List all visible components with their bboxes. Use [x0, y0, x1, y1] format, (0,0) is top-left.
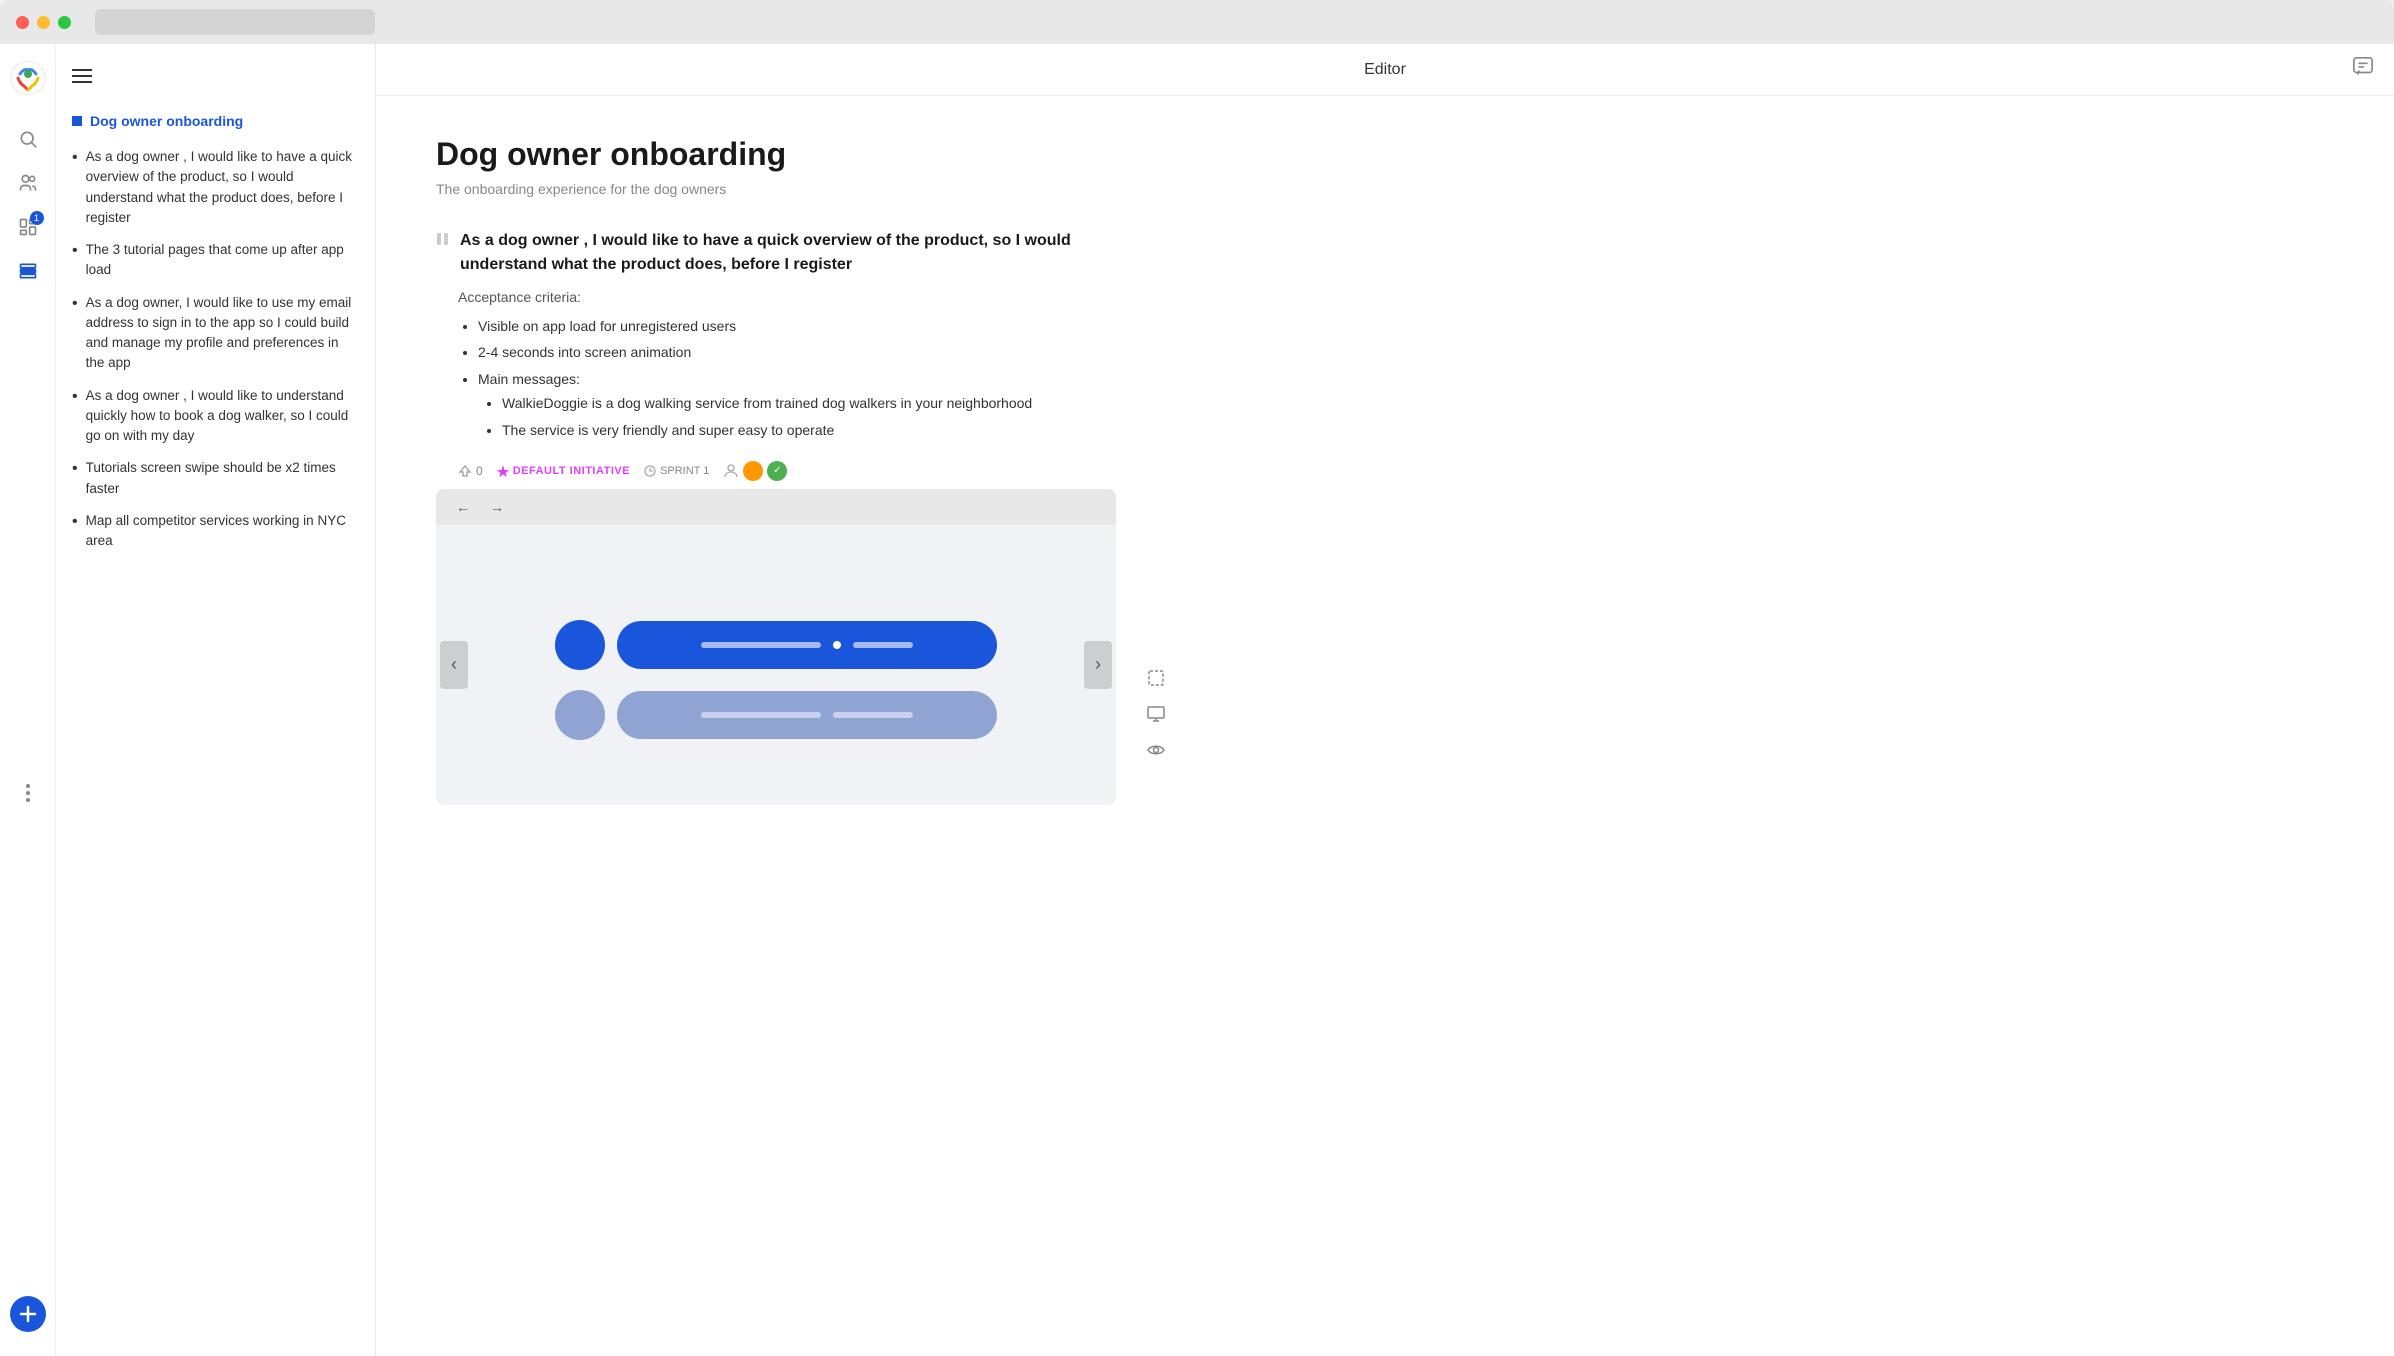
- users-nav-icon[interactable]: [10, 165, 46, 201]
- prototype-section: ← → ‹: [436, 489, 1116, 805]
- criteria-item: 2-4 seconds into screen animation: [478, 339, 1116, 365]
- story-list-item[interactable]: As a dog owner , I would like to have a …: [72, 141, 359, 234]
- proto-circle-blue: [555, 620, 605, 670]
- window-chrome: [0, 0, 2394, 44]
- criteria-list: Visible on app load for unregistered use…: [436, 313, 1116, 445]
- avatar-group: ✓: [723, 461, 787, 481]
- address-bar: [95, 9, 375, 35]
- section-title: Dog owner onboarding: [56, 109, 375, 141]
- prototype-frame: ← → ‹: [436, 489, 1116, 805]
- prototype-toolbar: ← →: [436, 489, 1116, 525]
- proto-pill-lightblue: [617, 691, 997, 739]
- proto-pill-blue: [617, 621, 997, 669]
- proto-content: ‹: [436, 525, 1116, 805]
- tab-2[interactable]: [193, 11, 273, 33]
- story-list-item[interactable]: As a dog owner, I would like to use my e…: [72, 287, 359, 380]
- close-button[interactable]: [16, 16, 29, 29]
- story-list-item[interactable]: As a dog owner , I would like to underst…: [72, 380, 359, 453]
- proto-arrow-left[interactable]: ‹: [440, 641, 468, 689]
- logo[interactable]: [10, 60, 46, 101]
- right-tools: [1136, 656, 1176, 1316]
- hamburger-button[interactable]: [56, 60, 375, 97]
- proto-row-1: [555, 620, 997, 670]
- vote-count[interactable]: 0: [458, 464, 483, 478]
- story-detail-header: As a dog owner , I would like to have a …: [436, 229, 1116, 277]
- board-badge: 1: [30, 211, 44, 225]
- add-button[interactable]: [10, 1296, 46, 1332]
- main-content: Editor Dog owner onboarding The onboardi…: [376, 44, 2394, 1356]
- drag-handle-icon: [436, 232, 450, 249]
- story-subtitle: The onboarding experience for the dog ow…: [436, 181, 1116, 197]
- search-nav-icon[interactable]: [10, 121, 46, 157]
- sub-criteria-item: The service is very friendly and super e…: [502, 417, 1116, 443]
- proto-arrow-right[interactable]: ›: [1084, 641, 1112, 689]
- proto-forward-btn[interactable]: →: [482, 495, 512, 519]
- editor-body: Dog owner onboarding The onboarding expe…: [376, 96, 2394, 1356]
- app-container: 1: [0, 44, 2394, 1356]
- story-detail-item: As a dog owner , I would like to have a …: [436, 229, 1116, 805]
- story-list-item[interactable]: Tutorials screen swipe should be x2 time…: [72, 452, 359, 505]
- proto-row-2: [555, 690, 997, 740]
- story-detail-text: As a dog owner , I would like to have a …: [460, 229, 1116, 277]
- meta-row: 0 DEFAULT INITIATIVE: [436, 461, 1116, 481]
- story-list-item[interactable]: Map all competitor services working in N…: [72, 505, 359, 558]
- eye-tool-icon[interactable]: [1142, 736, 1170, 764]
- story-content: Dog owner onboarding The onboarding expe…: [436, 136, 1116, 1316]
- avatar-orange: [743, 461, 763, 481]
- icon-sidebar: 1: [0, 44, 56, 1356]
- avatar-check: ✓: [767, 461, 787, 481]
- acceptance-label: Acceptance criteria:: [436, 289, 1116, 305]
- sub-criteria-list: WalkieDoggie is a dog walking service fr…: [478, 390, 1116, 443]
- sub-criteria-item: WalkieDoggie is a dog walking service fr…: [502, 390, 1116, 416]
- sprint-badge[interactable]: SPRINT 1: [644, 465, 709, 477]
- section-square-icon: [72, 116, 82, 126]
- tab-3[interactable]: [281, 11, 361, 33]
- story-list-item[interactable]: The 3 tutorial pages that come up after …: [72, 234, 359, 287]
- board-nav-icon[interactable]: 1: [10, 209, 46, 245]
- story-list: As a dog owner , I would like to have a …: [56, 141, 375, 557]
- story-heading: Dog owner onboarding: [436, 136, 1116, 173]
- list-nav-icon[interactable]: [10, 253, 46, 289]
- criteria-item: Visible on app load for unregistered use…: [478, 313, 1116, 339]
- minimize-button[interactable]: [37, 16, 50, 29]
- editor-title: Editor: [1364, 61, 1406, 79]
- screen-tool-icon[interactable]: [1142, 700, 1170, 728]
- tab-1[interactable]: [105, 11, 185, 33]
- proto-back-btn[interactable]: ←: [448, 495, 478, 519]
- frame-tool-icon[interactable]: [1142, 664, 1170, 692]
- chat-icon[interactable]: [2352, 56, 2374, 84]
- initiative-badge[interactable]: DEFAULT INITIATIVE: [497, 465, 630, 477]
- editor-header: Editor: [376, 44, 2394, 96]
- proto-circle-lightblue: [555, 690, 605, 740]
- left-panel: Dog owner onboarding As a dog owner , I …: [56, 44, 376, 1356]
- maximize-button[interactable]: [58, 16, 71, 29]
- more-nav-icon[interactable]: [10, 775, 46, 811]
- criteria-item: Main messages:WalkieDoggie is a dog walk…: [478, 366, 1116, 445]
